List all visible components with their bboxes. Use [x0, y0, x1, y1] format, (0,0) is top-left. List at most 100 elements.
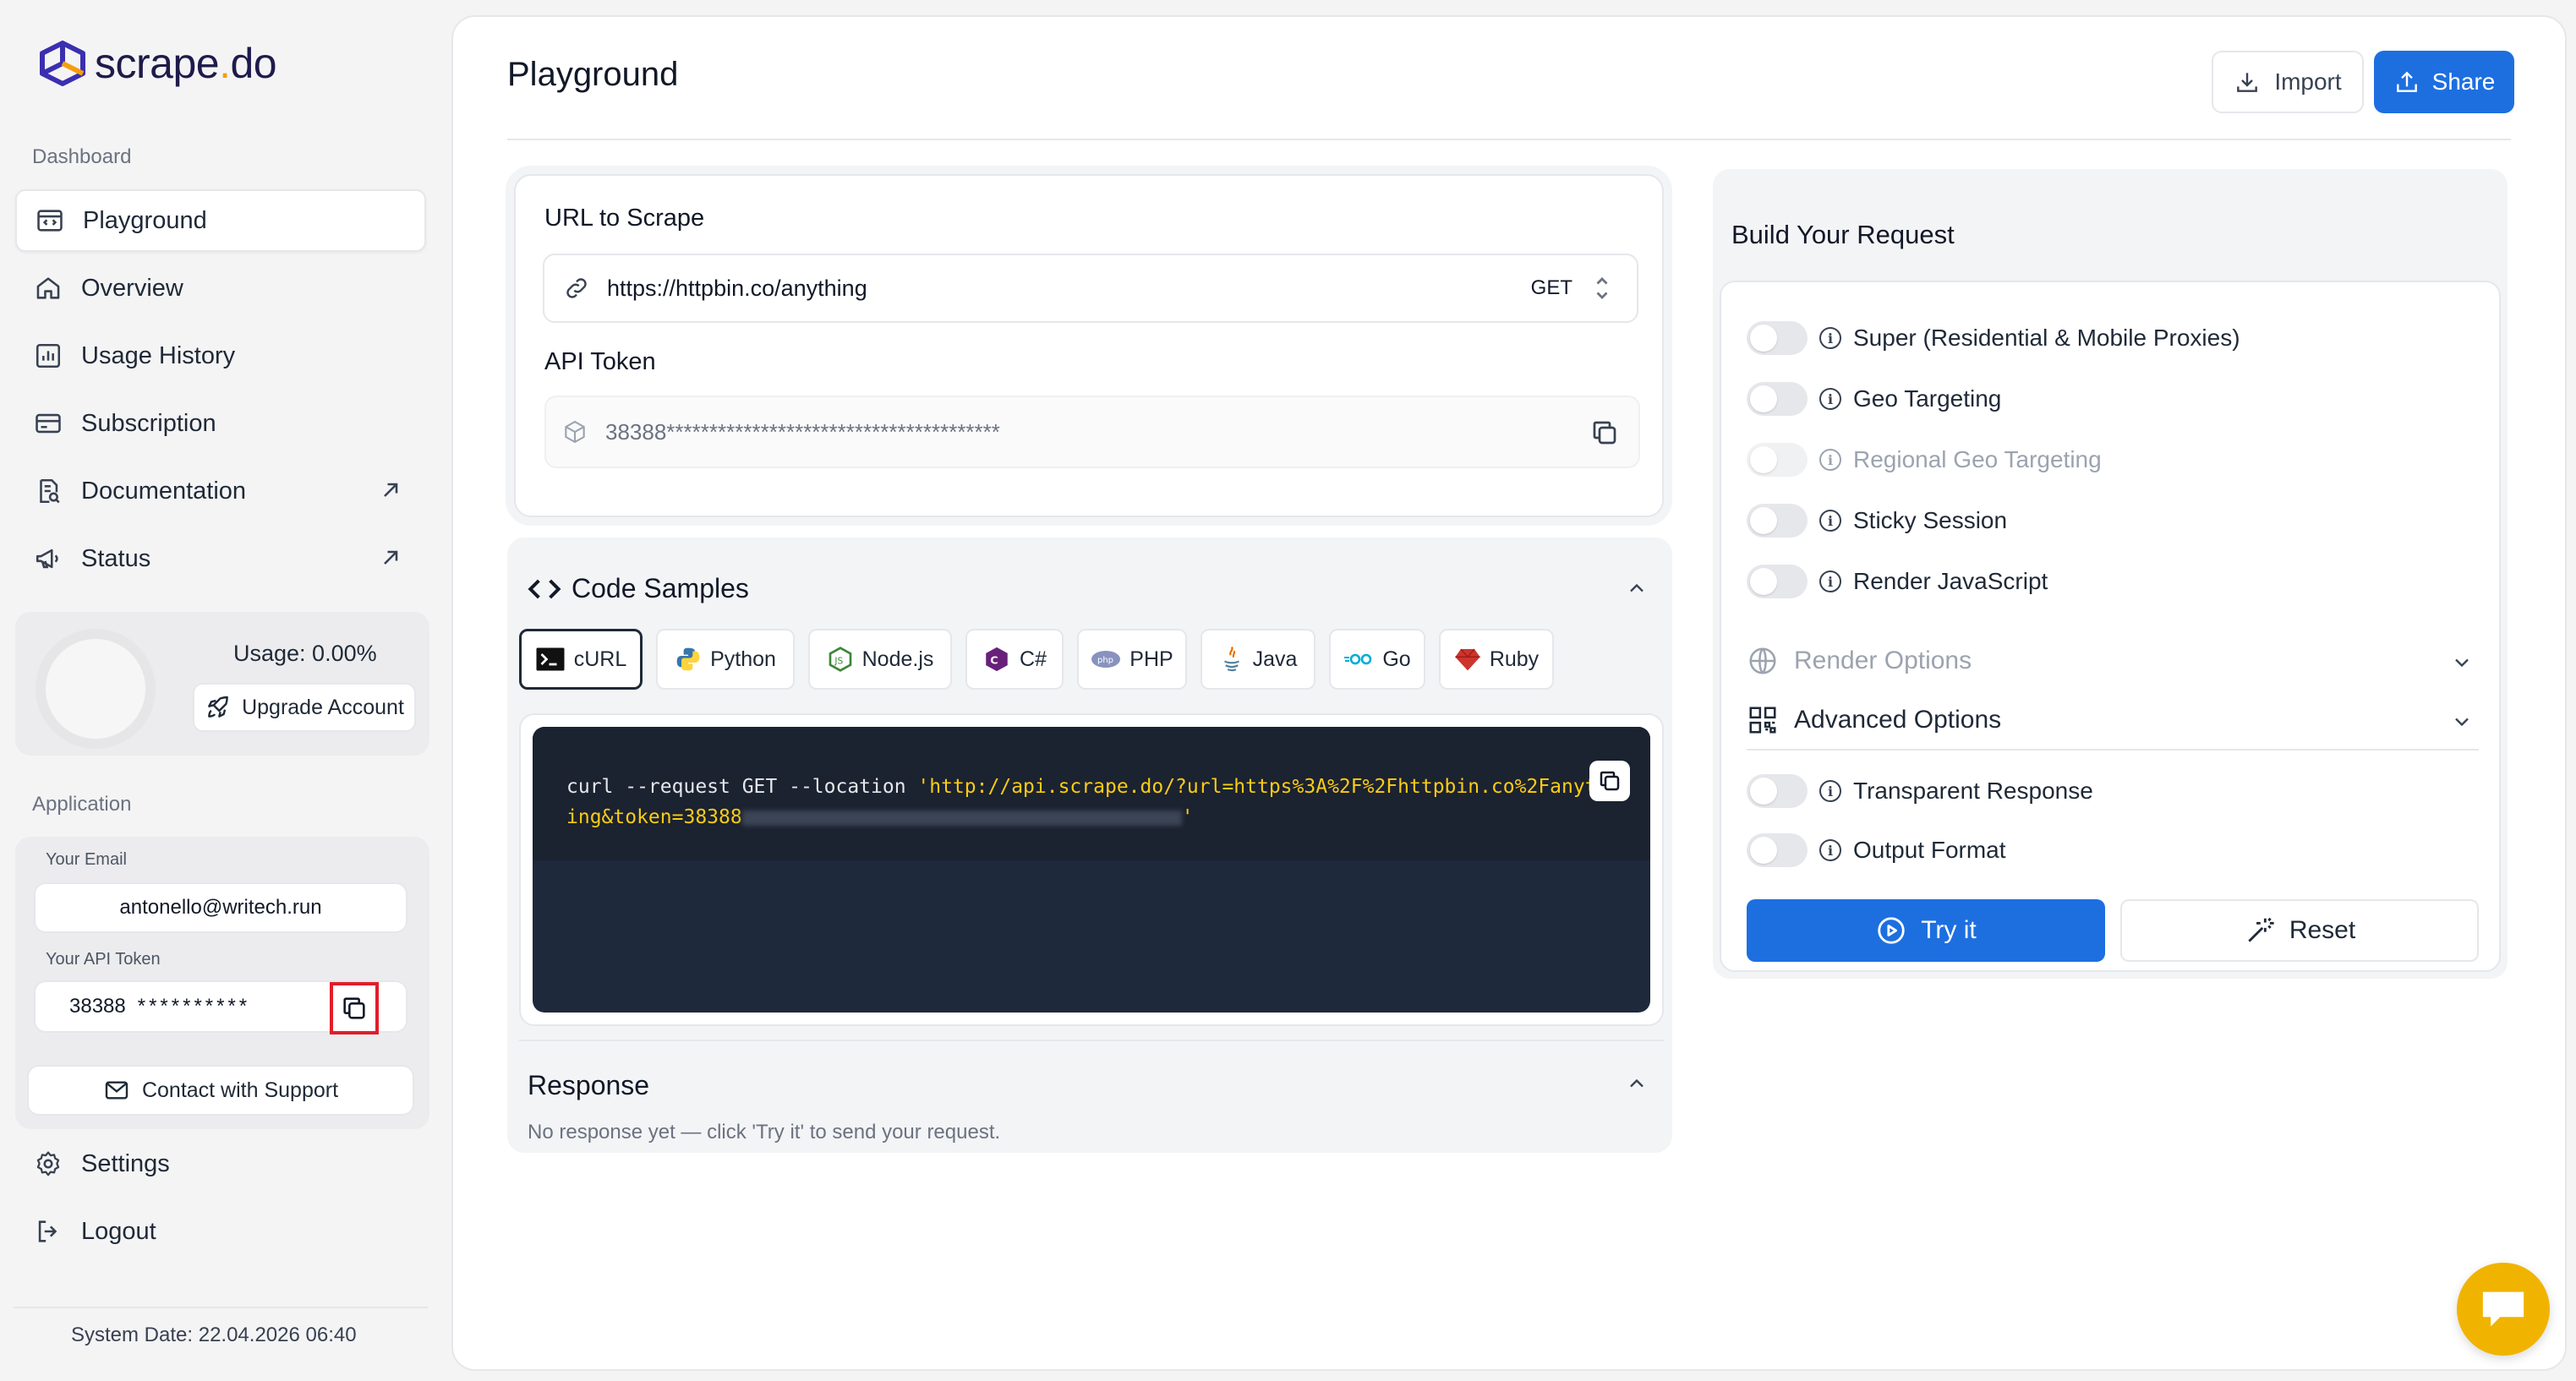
code-brackets-icon	[528, 579, 561, 598]
super-proxies-toggle[interactable]	[1747, 321, 1808, 355]
tab-ruby[interactable]: Ruby	[1439, 629, 1554, 690]
php-icon: php	[1091, 651, 1121, 668]
advanced-options-expander[interactable]: Advanced Options	[1747, 695, 2479, 745]
bar-chart-icon	[36, 343, 61, 368]
python-icon	[676, 647, 700, 671]
chevron-up-icon[interactable]	[1625, 1072, 1649, 1095]
copy-icon[interactable]	[1589, 418, 1620, 448]
tab-go[interactable]: Go	[1329, 629, 1425, 690]
sidebar-item-overview[interactable]: Overview	[15, 257, 426, 319]
tab-php[interactable]: php PHP	[1077, 629, 1187, 690]
code-window-icon	[37, 210, 63, 232]
upgrade-account-label: Upgrade Account	[242, 695, 404, 719]
try-it-label: Try it	[1921, 916, 1977, 944]
tab-label: Python	[710, 647, 776, 671]
scrapedo-logo-icon	[40, 41, 85, 86]
render-javascript-toggle[interactable]	[1747, 565, 1808, 598]
contact-support-button[interactable]: Contact with Support	[27, 1065, 414, 1116]
sidebar-item-label: Logout	[81, 1217, 156, 1245]
info-icon[interactable]: i	[1819, 388, 1841, 410]
transparent-response-toggle[interactable]	[1747, 774, 1808, 808]
option-sticky-session: i Sticky Session	[1747, 504, 2007, 538]
logout-icon	[38, 1220, 57, 1242]
api-token-input[interactable]: 38388***********************************…	[544, 396, 1640, 468]
info-icon[interactable]: i	[1819, 780, 1841, 802]
option-super-proxies: i Super (Residential & Mobile Proxies)	[1747, 321, 2240, 355]
geo-targeting-toggle[interactable]	[1747, 382, 1808, 416]
chevron-up-down-icon[interactable]	[1593, 272, 1611, 304]
code-sample-container: curl --request GET --location 'http://ap…	[519, 713, 1664, 1026]
tab-python[interactable]: Python	[656, 629, 795, 690]
import-button[interactable]: Import	[2212, 51, 2364, 113]
sidebar-item-subscription[interactable]: Subscription	[15, 392, 426, 455]
render-options-expander[interactable]: Render Options	[1747, 636, 2479, 686]
code-samples-header[interactable]: Code Samples	[528, 573, 749, 604]
code-samples-card: Code Samples cURL Python JS Node.js C C#…	[507, 538, 1672, 1153]
copy-api-token-button[interactable]	[330, 982, 379, 1034]
chevron-down-icon	[2455, 658, 2469, 668]
sidebar-item-label: Documentation	[81, 477, 247, 505]
tab-label: cURL	[573, 647, 627, 671]
copy-code-button[interactable]	[1589, 761, 1630, 801]
http-method-select[interactable]: GET	[1531, 276, 1572, 300]
sticky-session-toggle[interactable]	[1747, 504, 1808, 538]
response-title[interactable]: Response	[528, 1070, 649, 1101]
upload-icon	[2396, 71, 2417, 92]
contact-support-label: Contact with Support	[141, 1078, 339, 1102]
brand-dot: .	[219, 40, 231, 87]
tab-java[interactable]: Java	[1200, 629, 1315, 690]
chat-widget-button[interactable]	[2457, 1263, 2550, 1356]
tab-nodejs[interactable]: JS Node.js	[808, 629, 952, 690]
info-icon[interactable]: i	[1819, 327, 1841, 349]
section-label-dashboard: Dashboard	[32, 145, 132, 168]
sidebar-item-usage-history[interactable]: Usage History	[15, 325, 426, 387]
info-icon[interactable]: i	[1819, 839, 1841, 861]
share-button[interactable]: Share	[2374, 51, 2514, 113]
brand-logo[interactable]: scrape.do	[37, 39, 277, 88]
code-command: curl --request GET --location	[566, 776, 918, 798]
url-input[interactable]: https://httpbin.co/anything GET	[543, 254, 1638, 323]
reset-button[interactable]: Reset	[2120, 899, 2479, 962]
sidebar-item-status[interactable]: Status	[15, 527, 426, 590]
option-output-format: i Output Format	[1747, 833, 2006, 867]
api-token-field-label: API Token	[544, 348, 656, 375]
sidebar-item-logout[interactable]: Logout	[15, 1200, 426, 1263]
upgrade-account-button[interactable]: Upgrade Account	[193, 683, 416, 732]
code-block[interactable]: curl --request GET --location 'http://ap…	[533, 727, 1650, 1013]
reset-label: Reset	[2289, 916, 2356, 944]
tab-curl[interactable]: cURL	[519, 629, 643, 690]
option-label: Output Format	[1853, 837, 2006, 863]
usage-ring-chart	[36, 629, 156, 749]
code-string: 'http://api.scrape.do/?url=https%3A%2F%2…	[917, 776, 1609, 798]
info-icon[interactable]: i	[1819, 449, 1841, 471]
chevron-up-icon[interactable]	[1625, 576, 1649, 600]
cube-icon	[565, 420, 585, 444]
api-token-prefix: 38388	[69, 995, 126, 1018]
ruby-icon	[1455, 648, 1480, 671]
api-token-label: Your API Token	[46, 950, 161, 969]
play-circle-icon	[1878, 917, 1905, 944]
code-line-1: curl --request GET --location 'http://ap…	[566, 776, 1608, 798]
divider	[1747, 749, 2479, 751]
try-it-button[interactable]: Try it	[1747, 899, 2105, 962]
brand-suffix: do	[230, 40, 277, 87]
info-icon[interactable]: i	[1819, 510, 1841, 532]
magic-wand-icon	[2248, 917, 2274, 942]
sidebar-item-settings[interactable]: Settings	[15, 1133, 426, 1195]
option-label: Transparent Response	[1853, 778, 2093, 804]
sidebar-item-label: Settings	[81, 1149, 170, 1177]
email-field[interactable]: antonello@writech.run	[34, 882, 407, 933]
section-label-application: Application	[32, 793, 132, 816]
gear-icon	[36, 1151, 60, 1176]
info-icon[interactable]: i	[1819, 570, 1841, 592]
output-format-toggle[interactable]	[1747, 833, 1808, 867]
chat-icon	[2482, 1291, 2524, 1327]
sidebar-item-playground[interactable]: Playground	[15, 189, 426, 252]
go-icon	[1344, 653, 1372, 665]
sidebar-item-label: Subscription	[81, 409, 216, 437]
regional-geo-targeting-toggle[interactable]	[1747, 443, 1808, 477]
sidebar-item-documentation[interactable]: Documentation	[15, 460, 426, 522]
tab-csharp[interactable]: C C#	[965, 629, 1064, 690]
tab-label: Go	[1382, 647, 1411, 671]
redacted-token	[741, 810, 1182, 826]
